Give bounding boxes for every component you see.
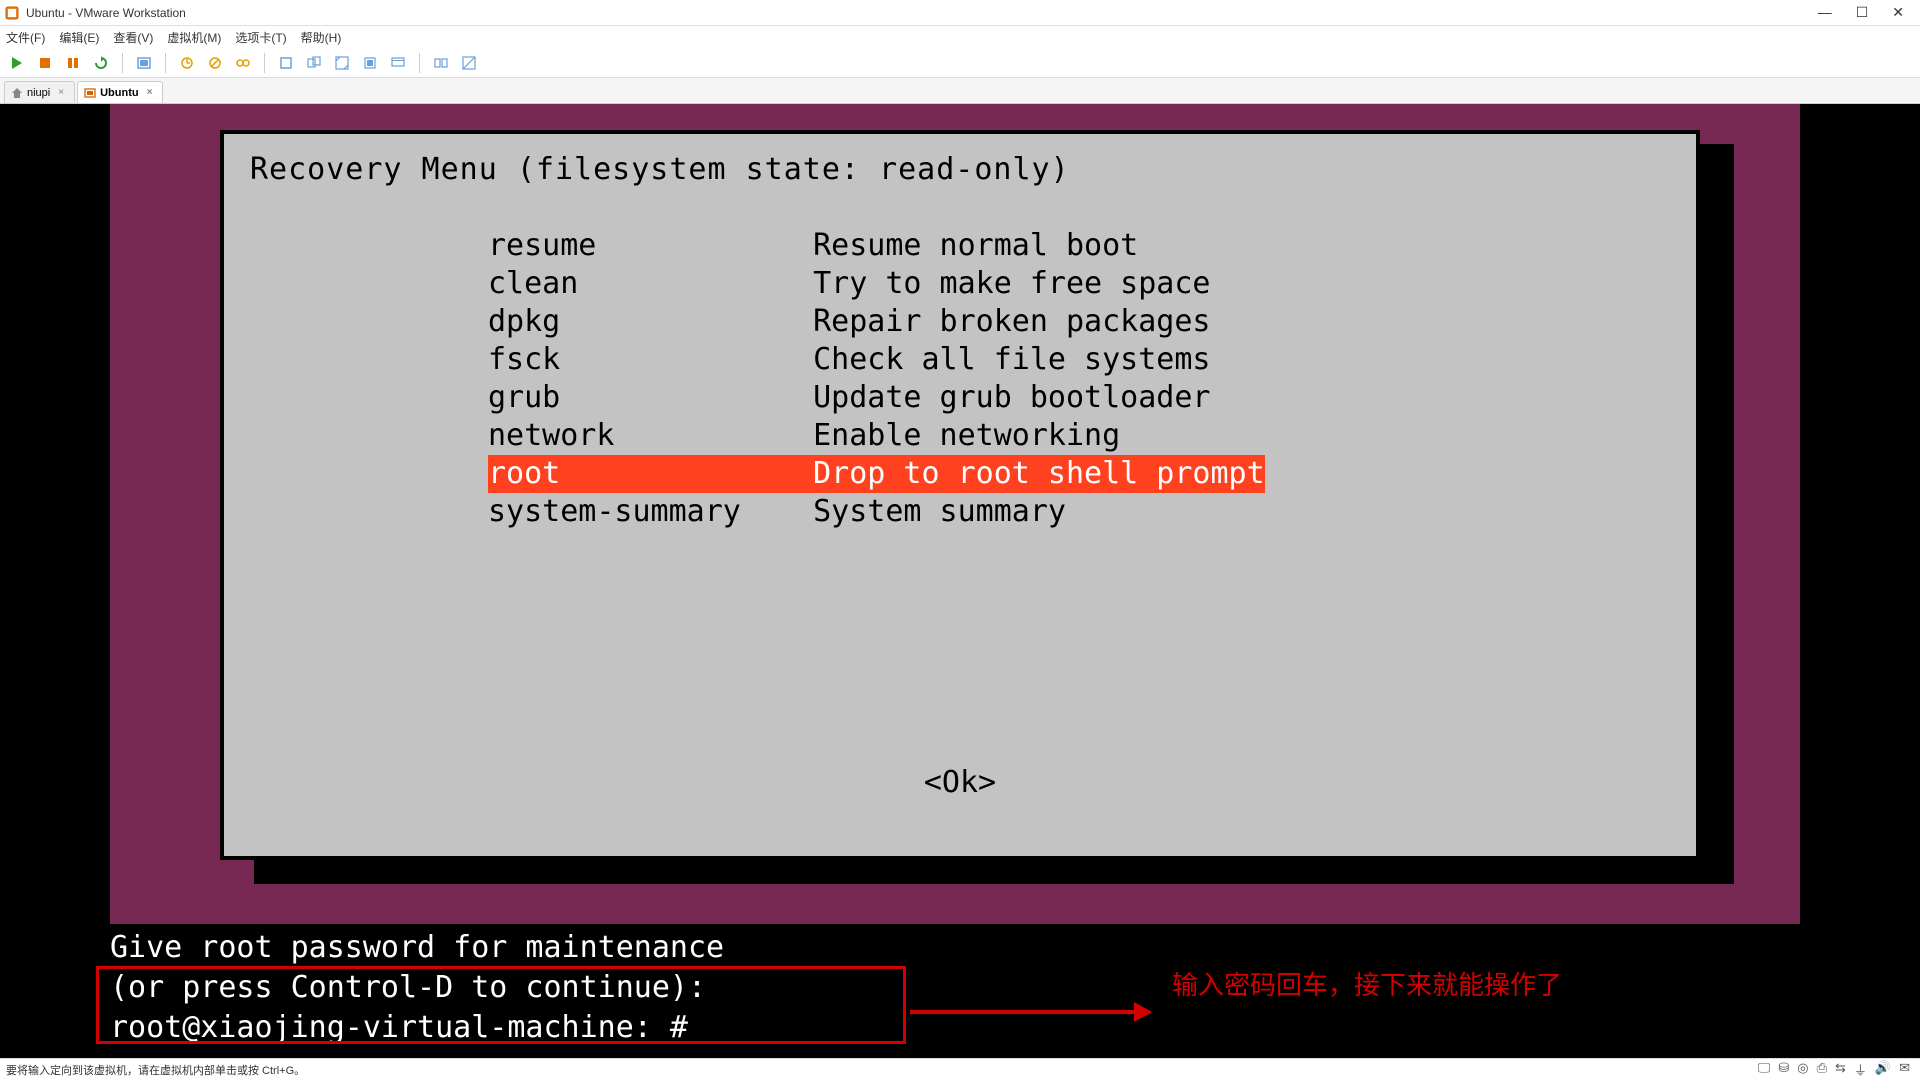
network-icon[interactable]: ⇆ [1835,1060,1846,1079]
menu-tabs[interactable]: 选项卡(T) [235,29,286,46]
thumbnail-button[interactable] [430,52,452,74]
pause-button[interactable] [62,52,84,74]
window-title: Ubuntu - VMware Workstation [26,6,186,20]
recovery-menu-item-dpkg[interactable]: dpkg Repair broken packages [488,303,1670,341]
restart-button[interactable] [90,52,112,74]
cd-icon[interactable]: ◎ [1797,1060,1808,1079]
recovery-menu: Recovery Menu (filesystem state: read-on… [220,130,1700,860]
unity-button[interactable] [359,52,381,74]
stretch-button[interactable] [458,52,480,74]
console-view-button[interactable] [387,52,409,74]
tab-label: Ubuntu [100,87,138,99]
recovery-menu-item-root[interactable]: root Drop to root shell prompt [488,455,1265,493]
recovery-menu-item-clean[interactable]: clean Try to make free space [488,265,1670,303]
app-icon [4,5,20,21]
recovery-title: Recovery Menu (filesystem state: read-on… [250,152,1670,187]
menu-help[interactable]: 帮助(H) [301,29,342,46]
close-button[interactable]: ✕ [1892,4,1904,21]
snapshot-manager-button[interactable] [232,52,254,74]
window-controls: — ☐ ✕ [1818,4,1916,21]
menu-edit[interactable]: 编辑(E) [59,29,99,46]
tab-ubuntu[interactable]: Ubuntu × [77,81,163,103]
stop-button[interactable] [34,52,56,74]
annotation-arrow [910,1010,1150,1014]
usb-icon[interactable]: ⏚ [1854,1060,1867,1079]
tabbar: niupi × Ubuntu × [0,78,1920,104]
recovery-ok-button[interactable]: <Ok> [224,765,1696,800]
fullscreen-button[interactable] [331,52,353,74]
minimize-button[interactable]: — [1818,4,1832,21]
recovery-menu-item-fsck[interactable]: fsck Check all file systems [488,341,1670,379]
menubar: 文件(F) 编辑(E) 查看(V) 虚拟机(M) 选项卡(T) 帮助(H) [0,26,1920,48]
terminal-line: root@xiaojing-virtual-machine: # _ [110,1008,724,1048]
vm-icon [84,87,96,99]
terminal-output: Give root password for maintenance (or p… [110,928,724,1048]
menu-vm[interactable]: 虚拟机(M) [167,29,221,46]
recovery-menu-list[interactable]: resume Resume normal bootclean Try to ma… [488,227,1670,531]
monitor-icon[interactable]: 🖵 [1758,1060,1771,1079]
vm-display[interactable]: Recovery Menu (filesystem state: read-on… [0,104,1920,1058]
send-ctrl-alt-del-button[interactable] [133,52,155,74]
menu-view[interactable]: 查看(V) [113,29,153,46]
status-hint: 要将输入定向到该虚拟机，请在虚拟机内部单击或按 Ctrl+G。 [6,1062,305,1078]
snapshot-button[interactable] [176,52,198,74]
sound-icon[interactable]: 🔊 [1875,1060,1891,1079]
single-window-button[interactable] [275,52,297,74]
terminal-line: (or press Control-D to continue): [110,968,724,1008]
recovery-menu-item-grub[interactable]: grub Update grub bootloader [488,379,1670,417]
disk-icon[interactable]: ⛁ [1778,1060,1789,1079]
tab-close-icon[interactable]: × [147,87,153,98]
recovery-menu-item-system-summary[interactable]: system-summary System summary [488,493,1670,531]
multi-window-button[interactable] [303,52,325,74]
snapshot-revert-button[interactable] [204,52,226,74]
maximize-button[interactable]: ☐ [1856,4,1869,21]
terminal-line: Give root password for maintenance [110,928,724,968]
status-icons: 🖵 ⛁ ◎ ⎙ ⇆ ⏚ 🔊 ✉ [1758,1060,1914,1079]
annotation-text: 输入密码回车，接下来就能操作了 [1172,965,1562,1002]
recovery-menu-item-resume[interactable]: resume Resume normal boot [488,227,1670,265]
printer-icon[interactable]: ⎙ [1817,1060,1827,1079]
toolbar [0,48,1920,78]
home-icon [11,87,23,99]
message-icon[interactable]: ✉ [1899,1060,1910,1079]
tab-close-icon[interactable]: × [58,87,64,98]
tab-label: niupi [27,87,50,99]
play-button[interactable] [6,52,28,74]
recovery-menu-item-network[interactable]: network Enable networking [488,417,1670,455]
menu-file[interactable]: 文件(F) [6,29,45,46]
tab-niupi[interactable]: niupi × [4,81,75,103]
titlebar: Ubuntu - VMware Workstation — ☐ ✕ [0,0,1920,26]
statusbar: 要将输入定向到该虚拟机，请在虚拟机内部单击或按 Ctrl+G。 🖵 ⛁ ◎ ⎙ … [0,1058,1920,1080]
